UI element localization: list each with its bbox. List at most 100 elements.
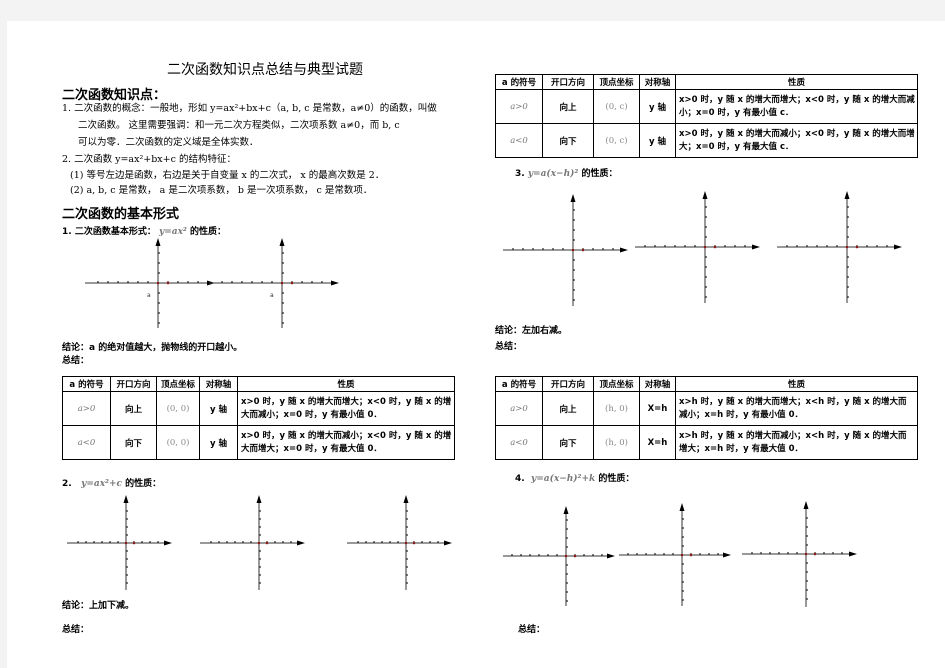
form1-conclusion: 结论：a 的绝对值越大，抛物线的开口越小。 <box>62 343 243 353</box>
cell-direction: 向下 <box>542 123 594 158</box>
form4-formula: y=a(x−h)²+k <box>530 474 596 484</box>
y-axis-arrow-icon <box>256 495 262 503</box>
table-row: a<0 向下 (0, c) y 轴 x>0 时，y 随 x 的增大而减小；x<0… <box>495 123 918 158</box>
header-sign: a 的符号 <box>495 376 543 392</box>
cell-axis: y 轴 <box>199 391 238 426</box>
cell-axis: X=h <box>639 391 676 426</box>
table-row: a<0 向下 (0, 0) y 轴 x>0 时，y 随 x 的增大而减小；x<0… <box>62 425 455 460</box>
cell-vertex: (0, 0) <box>156 391 200 426</box>
x-axis-arrow-icon <box>297 540 305 546</box>
unit-point <box>290 281 294 285</box>
form1-axes-2 <box>209 238 339 328</box>
y-axis-arrow-icon <box>702 191 708 199</box>
table-row: a>0 向上 (0, 0) y 轴 x>0 时，y 随 x 的增大而增大；x<0… <box>62 391 455 426</box>
cell-sign: a<0 <box>495 123 543 158</box>
x-axis-arrow-icon <box>894 244 902 250</box>
structure-point-1: (1) 等号左边是函数，右边是关于自变量 x 的二次式， x 的最高次数是 2． <box>70 170 385 181</box>
structure-heading: 2. 二次函数 y=ax²+bx+c 的结构特征： <box>62 154 236 165</box>
x-axis-arrow-icon <box>444 540 452 546</box>
form1-suffix: 的性质： <box>190 227 227 237</box>
cell-vertex: (h, 0) <box>593 391 640 426</box>
cell-direction: 向上 <box>110 391 157 426</box>
cell-property: x>h 时，y 随 x 的增大而增大；x<h 时，y 随 x 的增大而减小；x=… <box>675 391 918 426</box>
unit-point <box>581 248 585 252</box>
cell-axis: X=h <box>639 425 676 460</box>
section-heading-basic-forms: 二次函数的基本形式 <box>62 207 180 222</box>
cell-property: x>0 时，y 随 x 的增大而增大；x<0 时，y 随 x 的增大而减小；x=… <box>237 391 455 426</box>
cell-axis: y 轴 <box>639 89 676 124</box>
header-axis: 对称轴 <box>199 376 238 392</box>
form2-axes-3 <box>347 495 452 590</box>
form2-heading: 2. y=ax²+c 的性质： <box>62 476 161 489</box>
table-header-row: a 的符号 开口方向 顶点坐标 对称轴 性质 <box>62 376 455 392</box>
origin-point <box>564 554 568 558</box>
form1-formula: y=ax² <box>158 227 187 237</box>
form4-summary: 总结： <box>518 625 546 635</box>
origin-point <box>257 541 261 545</box>
cell-sign: a>0 <box>495 391 543 426</box>
y-axis-arrow-icon <box>123 495 129 503</box>
cell-property: x>0 时，y 随 x 的增大而增大；x<0 时，y 随 x 的增大而减小；x=… <box>675 89 918 124</box>
y-axis-arrow-icon <box>403 495 409 503</box>
form2-label: 2. <box>62 479 72 489</box>
unit-point <box>166 281 170 285</box>
header-vertex: 顶点坐标 <box>593 376 640 392</box>
cell-property: x>0 时，y 随 x 的增大而减小；x<0 时，y 随 x 的增大而增大；x=… <box>237 425 455 460</box>
x-axis-arrow-icon <box>752 244 760 250</box>
concept-line-1: 1. 二次函数的概念：一般地，形如 y=ax²+bx+c（a, b, c 是常数… <box>62 103 437 114</box>
form2-axes-2 <box>200 495 305 590</box>
header-property: 性质 <box>675 376 918 392</box>
document-page: 二次函数知识点总结与典型试题 二次函数知识点： 1. 二次函数的概念：一般地，形… <box>7 21 945 668</box>
x-axis-arrow-icon <box>164 540 172 546</box>
form3-properties-table: a 的符号 开口方向 顶点坐标 对称轴 性质 a>0 向上 (h, 0) X=h… <box>495 376 918 460</box>
form3-formula: y=a(x−h)² <box>527 169 579 179</box>
form3-axes-3 <box>777 191 902 303</box>
cell-property: x>h 时，y 随 x 的增大而减小；x<h 时，y 随 x 的增大而增大；x=… <box>675 425 918 460</box>
form3-suffix: 的性质： <box>581 169 618 179</box>
form4-axes-2 <box>619 503 731 606</box>
cell-sign: a<0 <box>62 425 111 460</box>
form4-suffix: 的性质： <box>598 474 635 484</box>
header-direction: 开口方向 <box>542 74 594 90</box>
x-axis-arrow-icon <box>331 280 339 286</box>
form3-summary: 总结： <box>495 342 523 352</box>
table-row: a>0 向上 (h, 0) X=h x>h 时，y 随 x 的增大而增大；x<h… <box>495 391 918 426</box>
form1-point-label-2: a <box>270 292 274 299</box>
table-header-row: a 的符号 开口方向 顶点坐标 对称轴 性质 <box>495 376 918 392</box>
form4-label: 4. <box>515 474 525 484</box>
unit-point <box>573 554 577 558</box>
y-axis-arrow-icon <box>679 503 685 511</box>
y-axis-arrow-icon <box>563 506 569 514</box>
y-axis-arrow-icon <box>570 194 576 202</box>
header-vertex: 顶点坐标 <box>593 74 640 90</box>
unit-point <box>689 553 693 557</box>
form2-conclusion: 结论：上加下减。 <box>62 601 135 611</box>
y-axis-arrow-icon <box>155 238 161 246</box>
concept-line-2: 二次函数。 这里需要强调：和一元二次方程类似，二次项系数 a≠0，而 b, c <box>78 120 400 131</box>
cell-sign: a>0 <box>495 89 543 124</box>
document-title: 二次函数知识点总结与典型试题 <box>167 62 363 78</box>
table-row: a<0 向下 (h, 0) X=h x>h 时，y 随 x 的增大而减小；x<h… <box>495 425 918 460</box>
form2-summary: 总结： <box>62 625 90 635</box>
form1-heading: 1. 二次函数基本形式： y=ax² 的性质： <box>62 224 226 237</box>
form4-heading: 4. y=a(x−h)²+k 的性质： <box>515 471 634 484</box>
origin-point <box>124 541 128 545</box>
origin-point <box>703 245 707 249</box>
header-vertex: 顶点坐标 <box>156 376 200 392</box>
origin-point <box>571 248 575 252</box>
form2-formula: y=ax²+c <box>81 479 123 489</box>
form1-point-label-1: a <box>147 292 151 299</box>
table-header-row: a 的符号 开口方向 顶点坐标 对称轴 性质 <box>495 74 918 90</box>
x-axis-arrow-icon <box>607 553 615 559</box>
origin-point <box>680 553 684 557</box>
cell-vertex: (0, c) <box>593 123 640 158</box>
unit-point <box>412 541 416 545</box>
form3-axes-1 <box>503 194 628 306</box>
form1-properties-table: a 的符号 开口方向 顶点坐标 对称轴 性质 a>0 向上 (0, 0) y 轴… <box>62 376 455 460</box>
concept-line-3: 可以为零．二次函数的定义域是全体实数． <box>78 137 259 148</box>
cell-vertex: (h, 0) <box>593 425 640 460</box>
form1-summary: 总结： <box>62 356 90 366</box>
form2-axes-1 <box>67 495 172 590</box>
header-sign: a 的符号 <box>495 74 543 90</box>
form2-suffix: 的性质： <box>125 479 162 489</box>
